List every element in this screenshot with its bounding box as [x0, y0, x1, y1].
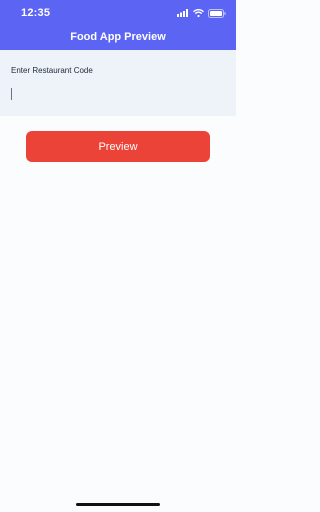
- wifi-icon: [193, 9, 204, 17]
- text-cursor: [11, 88, 12, 100]
- page-title: Food App Preview: [70, 31, 166, 43]
- restaurant-code-input[interactable]: [9, 84, 229, 104]
- restaurant-code-label: Enter Restaurant Code: [11, 66, 93, 75]
- battery-icon: [208, 8, 226, 18]
- restaurant-code-form: [0, 50, 236, 116]
- status-icons: [177, 8, 226, 18]
- preview-button[interactable]: Preview: [26, 131, 210, 162]
- status-bar: 12:35: [0, 0, 236, 26]
- home-indicator[interactable]: [76, 503, 160, 506]
- signal-icon: [177, 9, 189, 17]
- status-time: 12:35: [21, 7, 51, 19]
